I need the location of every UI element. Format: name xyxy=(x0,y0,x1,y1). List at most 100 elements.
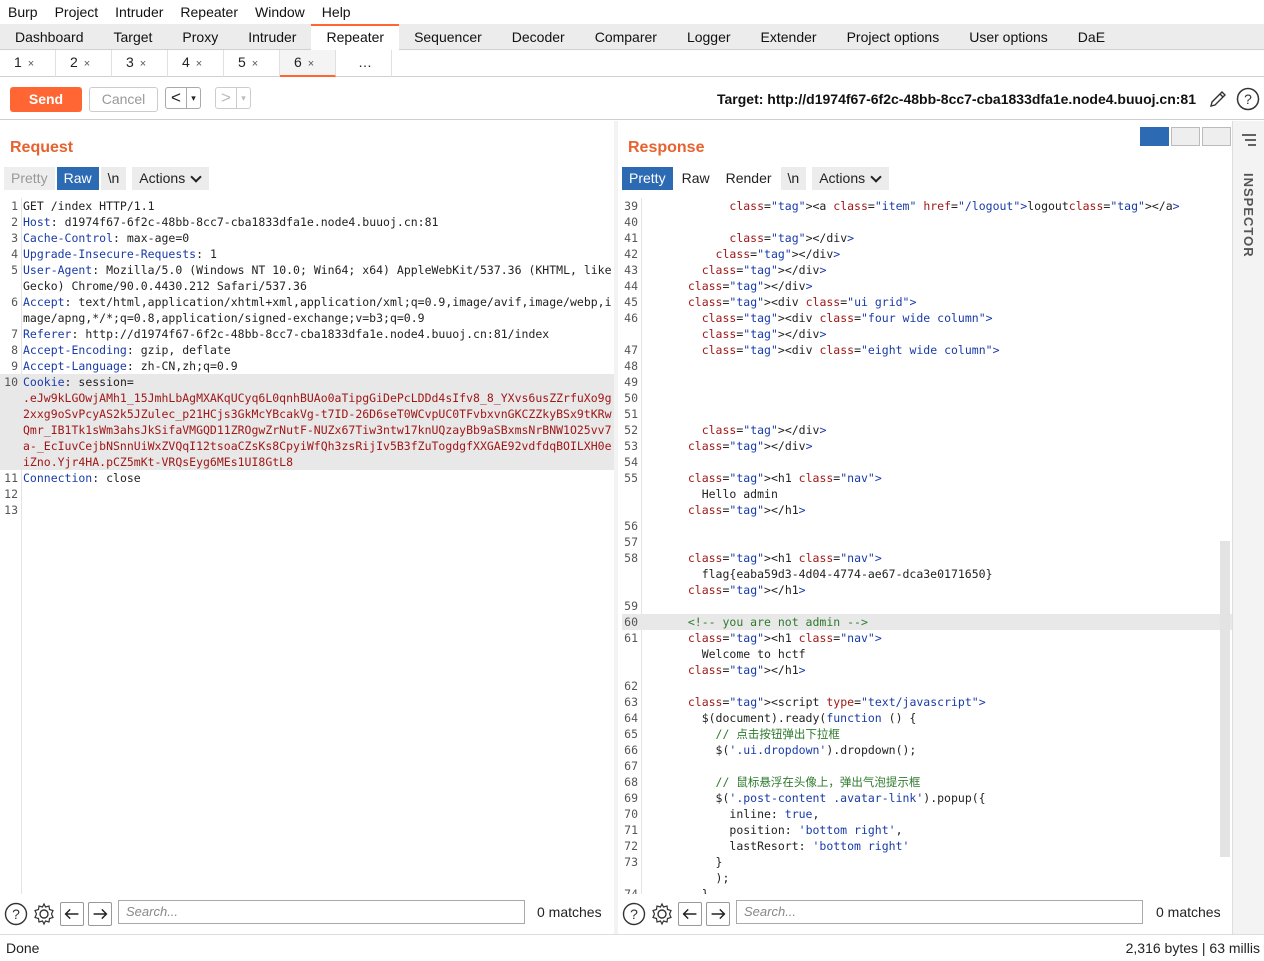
tab-repeater[interactable]: Repeater xyxy=(311,24,400,50)
line-text: <!-- you are not admin --> xyxy=(674,615,868,629)
new-tab-button[interactable]: … xyxy=(336,50,392,77)
repeater-tab-bar: 1 × 2 × 3 × 4 × 5 × 6 ×… xyxy=(0,50,1264,77)
help-icon[interactable]: ? xyxy=(4,902,28,926)
close-tab-icon[interactable]: × xyxy=(84,58,90,70)
inspector-sidebar[interactable]: INSPECTOR xyxy=(1232,121,1264,934)
back-history-dropdown[interactable]: ▾ xyxy=(186,88,200,108)
cancel-button[interactable]: Cancel xyxy=(89,87,158,112)
request-line: 11 Connection: close xyxy=(0,470,614,486)
response-actions-menu[interactable]: Actions xyxy=(812,167,890,190)
menu-icon[interactable] xyxy=(1241,133,1257,147)
request-search-input[interactable]: Search... xyxy=(118,900,525,924)
tab-dae[interactable]: DaE xyxy=(1063,24,1120,50)
arrow-left-icon[interactable] xyxy=(678,902,702,926)
line-text: class="tag"></div> xyxy=(687,279,813,293)
tab-target[interactable]: Target xyxy=(99,24,168,50)
request-raw-tab[interactable]: Raw xyxy=(56,167,99,190)
close-tab-icon[interactable]: × xyxy=(140,58,146,70)
tab-decoder[interactable]: Decoder xyxy=(497,24,580,50)
line-text: } ); xyxy=(715,855,730,885)
help-icon[interactable]: ? xyxy=(1236,87,1260,111)
repeater-tab-2[interactable]: 2 × xyxy=(56,50,112,77)
response-line: 46 class="tag"><div class="four wide col… xyxy=(622,310,1232,342)
header-name: Accept-Encoding xyxy=(23,343,127,357)
tab-comparer[interactable]: Comparer xyxy=(580,24,672,50)
tab-user-options[interactable]: User options xyxy=(954,24,1063,50)
arrow-right-icon[interactable] xyxy=(88,902,112,926)
close-tab-icon[interactable]: × xyxy=(28,58,34,70)
response-line: 69 $('.post-content .avatar-link').popup… xyxy=(622,790,1232,806)
line-number: 4 xyxy=(11,247,18,261)
line-text: class="tag"><div class="eight wide colum… xyxy=(701,343,1000,357)
menu-help[interactable]: Help xyxy=(322,4,351,20)
help-icon[interactable]: ? xyxy=(622,902,646,926)
tab-extender[interactable]: Extender xyxy=(746,24,832,50)
repeater-tab-label: 5 xyxy=(238,54,246,70)
send-button[interactable]: Send xyxy=(10,87,82,112)
line-number: 9 xyxy=(11,359,18,373)
tab-logger[interactable]: Logger xyxy=(672,24,746,50)
tab-sequencer[interactable]: Sequencer xyxy=(399,24,497,50)
response-line: 52 class="tag"></div> xyxy=(622,422,1232,438)
forward-button[interactable]: > xyxy=(216,88,236,108)
close-tab-icon[interactable]: × xyxy=(196,58,202,70)
header-colon: : xyxy=(126,359,134,373)
response-panel: Response Pretty Raw Render \n Actions 39… xyxy=(618,121,1232,934)
request-line: 8 Accept-Encoding: gzip, deflate xyxy=(0,342,614,358)
layout-side-by-side-icon[interactable] xyxy=(1140,127,1169,146)
response-pretty-tab[interactable]: Pretty xyxy=(622,167,673,190)
repeater-tab-5[interactable]: 5 × xyxy=(224,50,280,77)
response-raw-tab[interactable]: Raw xyxy=(675,167,717,190)
arrow-right-icon[interactable] xyxy=(706,902,730,926)
request-pretty-tab[interactable]: Pretty xyxy=(4,167,55,190)
request-editor[interactable]: 1 GET /index HTTP/1.1 2 Host: d1974f67-6f2c… xyxy=(0,198,614,894)
line-number: 58 xyxy=(624,551,638,565)
response-match-count: 0 matches xyxy=(1156,904,1221,920)
forward-history-dropdown[interactable]: ▾ xyxy=(236,88,250,108)
response-line: 70 inline: true, xyxy=(622,806,1232,822)
response-view-tabs: Pretty Raw Render \n Actions xyxy=(622,167,891,190)
header-name: Accept xyxy=(23,295,65,309)
arrow-left-icon[interactable] xyxy=(60,902,84,926)
tab-dashboard[interactable]: Dashboard xyxy=(0,24,99,50)
response-title: Response xyxy=(628,139,705,156)
response-editor[interactable]: 39 class="tag"><a class="item" href="/lo… xyxy=(622,198,1232,894)
response-newline-toggle[interactable]: \n xyxy=(780,167,807,190)
menu-burp[interactable]: Burp xyxy=(8,4,38,20)
layout-tabs-icon[interactable] xyxy=(1202,127,1231,146)
response-line: 73 } ); xyxy=(622,854,1232,886)
header-value: text/html,application/xhtml+xml,applicat… xyxy=(23,295,612,325)
close-tab-icon[interactable]: × xyxy=(252,58,258,70)
repeater-tab-6[interactable]: 6 × xyxy=(280,50,336,77)
line-number: 39 xyxy=(624,199,638,213)
repeater-tab-3[interactable]: 3 × xyxy=(112,50,168,77)
header-name: Host xyxy=(23,215,51,229)
header-colon: : xyxy=(126,343,134,357)
menu-repeater[interactable]: Repeater xyxy=(180,4,238,20)
tab-intruder[interactable]: Intruder xyxy=(233,24,311,50)
gear-icon[interactable] xyxy=(650,902,674,926)
line-number: 63 xyxy=(624,695,638,709)
line-number: 69 xyxy=(624,791,638,805)
menu-intruder[interactable]: Intruder xyxy=(115,4,163,20)
repeater-tab-1[interactable]: 1 × xyxy=(0,50,56,77)
request-actions-menu[interactable]: Actions xyxy=(132,167,210,190)
request-newline-toggle[interactable]: \n xyxy=(100,167,127,190)
repeater-tab-4[interactable]: 4 × xyxy=(168,50,224,77)
layout-stacked-icon[interactable] xyxy=(1171,127,1200,146)
header-name: Upgrade-Insecure-Requests xyxy=(23,247,197,261)
tab-proxy[interactable]: Proxy xyxy=(167,24,233,50)
line-number: 73 xyxy=(624,855,638,869)
response-search-input[interactable]: Search... xyxy=(736,900,1143,924)
pencil-icon[interactable] xyxy=(1207,88,1229,110)
menu-project[interactable]: Project xyxy=(55,4,99,20)
close-tab-icon[interactable]: × xyxy=(308,58,314,70)
back-button[interactable]: < xyxy=(166,88,186,108)
tab-project-options[interactable]: Project options xyxy=(832,24,955,50)
line-text: class="tag"><div class="ui grid"> xyxy=(687,295,917,309)
response-vertical-scrollbar[interactable] xyxy=(1220,541,1230,857)
response-render-tab[interactable]: Render xyxy=(719,167,779,190)
menu-window[interactable]: Window xyxy=(255,4,305,20)
line-text: Host: d1974f67-6f2c-48bb-8cc7-cba1833dfa… xyxy=(23,214,614,230)
gear-icon[interactable] xyxy=(32,902,56,926)
